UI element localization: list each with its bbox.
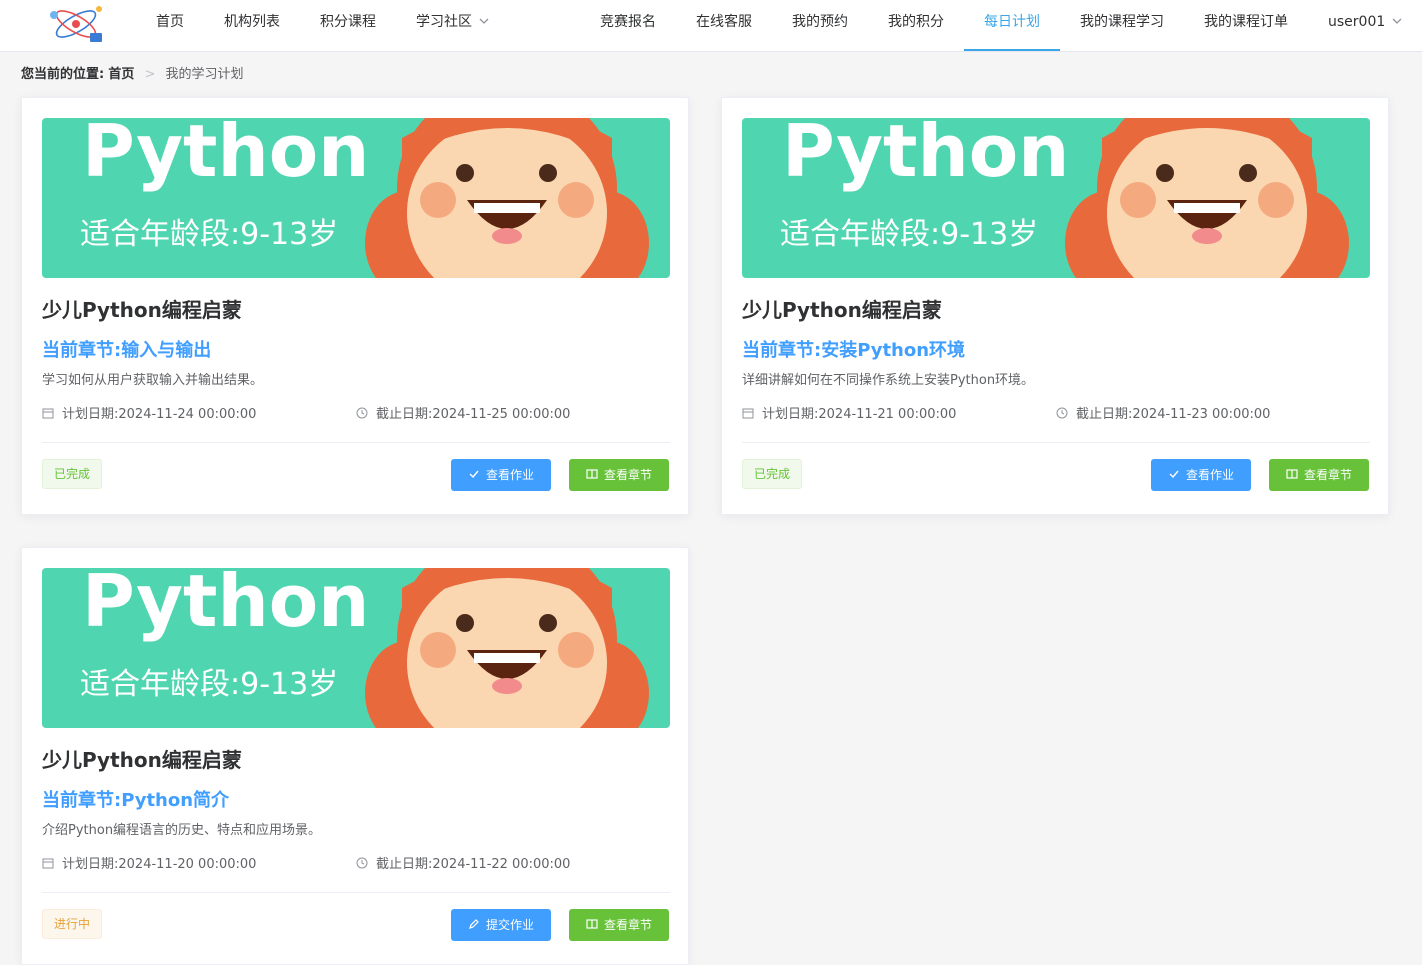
nav-points-courses[interactable]: 积分课程	[310, 0, 386, 51]
nav-competition[interactable]: 竞赛报名	[590, 0, 666, 51]
view-chapter-button[interactable]: 查看章节	[1269, 459, 1369, 491]
banner-title: Python	[82, 568, 369, 643]
plan-date: 计划日期:2024-11-20 00:00:00	[42, 853, 256, 872]
breadcrumb-separator-icon: >	[144, 67, 156, 82]
plan-date-text: 计划日期:2024-11-20 00:00:00	[62, 857, 257, 872]
due-date: 截止日期:2024-11-22 00:00:00	[356, 853, 570, 872]
view-chapter-label: 查看章节	[1303, 468, 1352, 482]
nav-home[interactable]: 首页	[146, 0, 194, 51]
nav-competition-label: 竞赛报名	[600, 14, 656, 30]
site-logo[interactable]	[46, 3, 106, 45]
course-title: 少儿Python编程启蒙	[42, 748, 242, 772]
due-date-text: 截止日期:2024-11-23 00:00:00	[1076, 407, 1271, 422]
breadcrumb-label: 您当前的位置:	[21, 67, 105, 82]
banner-subtitle: 适合年龄段:9-13岁	[80, 217, 338, 252]
current-chapter: 当前章节:输入与输出	[42, 340, 212, 361]
nav-my-points-label: 我的积分	[888, 14, 944, 30]
status-badge: 已完成	[42, 459, 103, 489]
book-icon	[1286, 469, 1298, 479]
clock-icon	[1056, 407, 1068, 419]
calendar-icon	[742, 408, 754, 419]
current-chapter: 当前章节:安装Python环境	[742, 340, 966, 361]
due-date-text: 截止日期:2024-11-22 00:00:00	[376, 857, 571, 872]
check-icon	[1169, 470, 1179, 479]
nav-institutions[interactable]: 机构列表	[214, 0, 290, 51]
user-menu[interactable]: user001	[1318, 0, 1408, 51]
plan-date-text: 计划日期:2024-11-21 00:00:00	[762, 407, 957, 422]
calendar-icon	[42, 858, 54, 869]
view-chapter-label: 查看章节	[603, 468, 652, 482]
view-chapter-button[interactable]: 查看章节	[569, 909, 669, 941]
calendar-icon	[42, 408, 54, 419]
course-title: 少儿Python编程启蒙	[42, 298, 242, 322]
chevron-down-icon	[1392, 18, 1402, 24]
plan-card: Python 适合年龄段:9-13岁 少儿Python编程启蒙 当前章节:输入与…	[21, 97, 689, 515]
book-icon	[586, 919, 598, 929]
chapter-description: 学习如何从用户获取输入并输出结果。	[42, 373, 264, 388]
plan-date: 计划日期:2024-11-21 00:00:00	[742, 403, 956, 422]
plan-date-text: 计划日期:2024-11-24 00:00:00	[62, 407, 257, 422]
breadcrumb-current: 我的学习计划	[165, 67, 244, 82]
course-banner[interactable]: Python 适合年龄段:9-13岁	[42, 118, 670, 278]
nav-online-service[interactable]: 在线客服	[686, 0, 762, 51]
view-homework-label: 查看作业	[1185, 468, 1234, 482]
username: user001	[1328, 14, 1386, 30]
card-divider	[42, 442, 670, 443]
book-icon	[586, 469, 598, 479]
banner-subtitle: 适合年龄段:9-13岁	[80, 667, 338, 702]
edit-icon	[469, 919, 479, 929]
banner-title: Python	[782, 118, 1069, 193]
course-banner[interactable]: Python 适合年龄段:9-13岁	[42, 568, 670, 728]
girl-illustration	[365, 568, 649, 728]
nav-my-course-orders-label: 我的课程订单	[1204, 14, 1288, 30]
view-chapter-label: 查看章节	[603, 918, 652, 932]
check-icon	[469, 470, 479, 479]
breadcrumb-home-link[interactable]: 首页	[108, 67, 134, 82]
nav-daily-plan-label: 每日计划	[984, 14, 1040, 30]
view-homework-button[interactable]: 查看作业	[451, 459, 551, 491]
plan-card: Python 适合年龄段:9-13岁 少儿Python编程启蒙 当前章节:Pyt…	[21, 547, 689, 965]
view-homework-button[interactable]: 查看作业	[1151, 459, 1251, 491]
course-banner[interactable]: Python 适合年龄段:9-13岁	[742, 118, 1370, 278]
nav-my-points[interactable]: 我的积分	[878, 0, 954, 51]
nav-my-course-study[interactable]: 我的课程学习	[1070, 0, 1174, 51]
status-badge: 已完成	[742, 459, 803, 489]
due-date-text: 截止日期:2024-11-25 00:00:00	[376, 407, 571, 422]
nav-daily-plan[interactable]: 每日计划	[964, 0, 1060, 51]
banner-subtitle: 适合年龄段:9-13岁	[780, 217, 1038, 252]
plan-card: Python 适合年龄段:9-13岁 少儿Python编程启蒙 当前章节:安装P…	[721, 97, 1389, 515]
submit-homework-button[interactable]: 提交作业	[451, 909, 551, 941]
nav-online-service-label: 在线客服	[696, 14, 752, 30]
clock-icon	[356, 407, 368, 419]
nav-community-label: 学习社区	[416, 14, 472, 30]
nav-institutions-label: 机构列表	[224, 14, 280, 30]
status-badge: 进行中	[42, 909, 103, 939]
view-chapter-button[interactable]: 查看章节	[569, 459, 669, 491]
card-divider	[42, 892, 670, 893]
chevron-down-icon	[479, 18, 489, 24]
clock-icon	[356, 857, 368, 869]
girl-illustration	[1065, 118, 1349, 278]
girl-illustration	[365, 118, 649, 278]
nav-home-label: 首页	[156, 14, 184, 30]
course-title: 少儿Python编程启蒙	[742, 298, 942, 322]
current-chapter: 当前章节:Python简介	[42, 790, 230, 811]
card-divider	[742, 442, 1370, 443]
nav-my-appointments[interactable]: 我的预约	[782, 0, 858, 51]
chapter-description: 详细讲解如何在不同操作系统上安装Python环境。	[742, 373, 1035, 388]
nav-community[interactable]: 学习社区	[406, 0, 502, 51]
nav-my-course-study-label: 我的课程学习	[1080, 14, 1164, 30]
due-date: 截止日期:2024-11-23 00:00:00	[1056, 403, 1270, 422]
top-navbar: 首页 机构列表 积分课程 学习社区 竞赛报名 在线客服 我的预约 我的积分 每日…	[0, 0, 1422, 52]
nav-points-courses-label: 积分课程	[320, 14, 376, 30]
breadcrumb: 您当前的位置: 首页 > 我的学习计划	[21, 63, 244, 82]
view-homework-label: 查看作业	[485, 468, 534, 482]
submit-homework-label: 提交作业	[485, 918, 534, 932]
plan-date: 计划日期:2024-11-24 00:00:00	[42, 403, 256, 422]
banner-title: Python	[82, 118, 369, 193]
chapter-description: 介绍Python编程语言的历史、特点和应用场景。	[42, 823, 322, 838]
due-date: 截止日期:2024-11-25 00:00:00	[356, 403, 570, 422]
nav-my-appointments-label: 我的预约	[792, 14, 848, 30]
nav-my-course-orders[interactable]: 我的课程订单	[1194, 0, 1298, 51]
